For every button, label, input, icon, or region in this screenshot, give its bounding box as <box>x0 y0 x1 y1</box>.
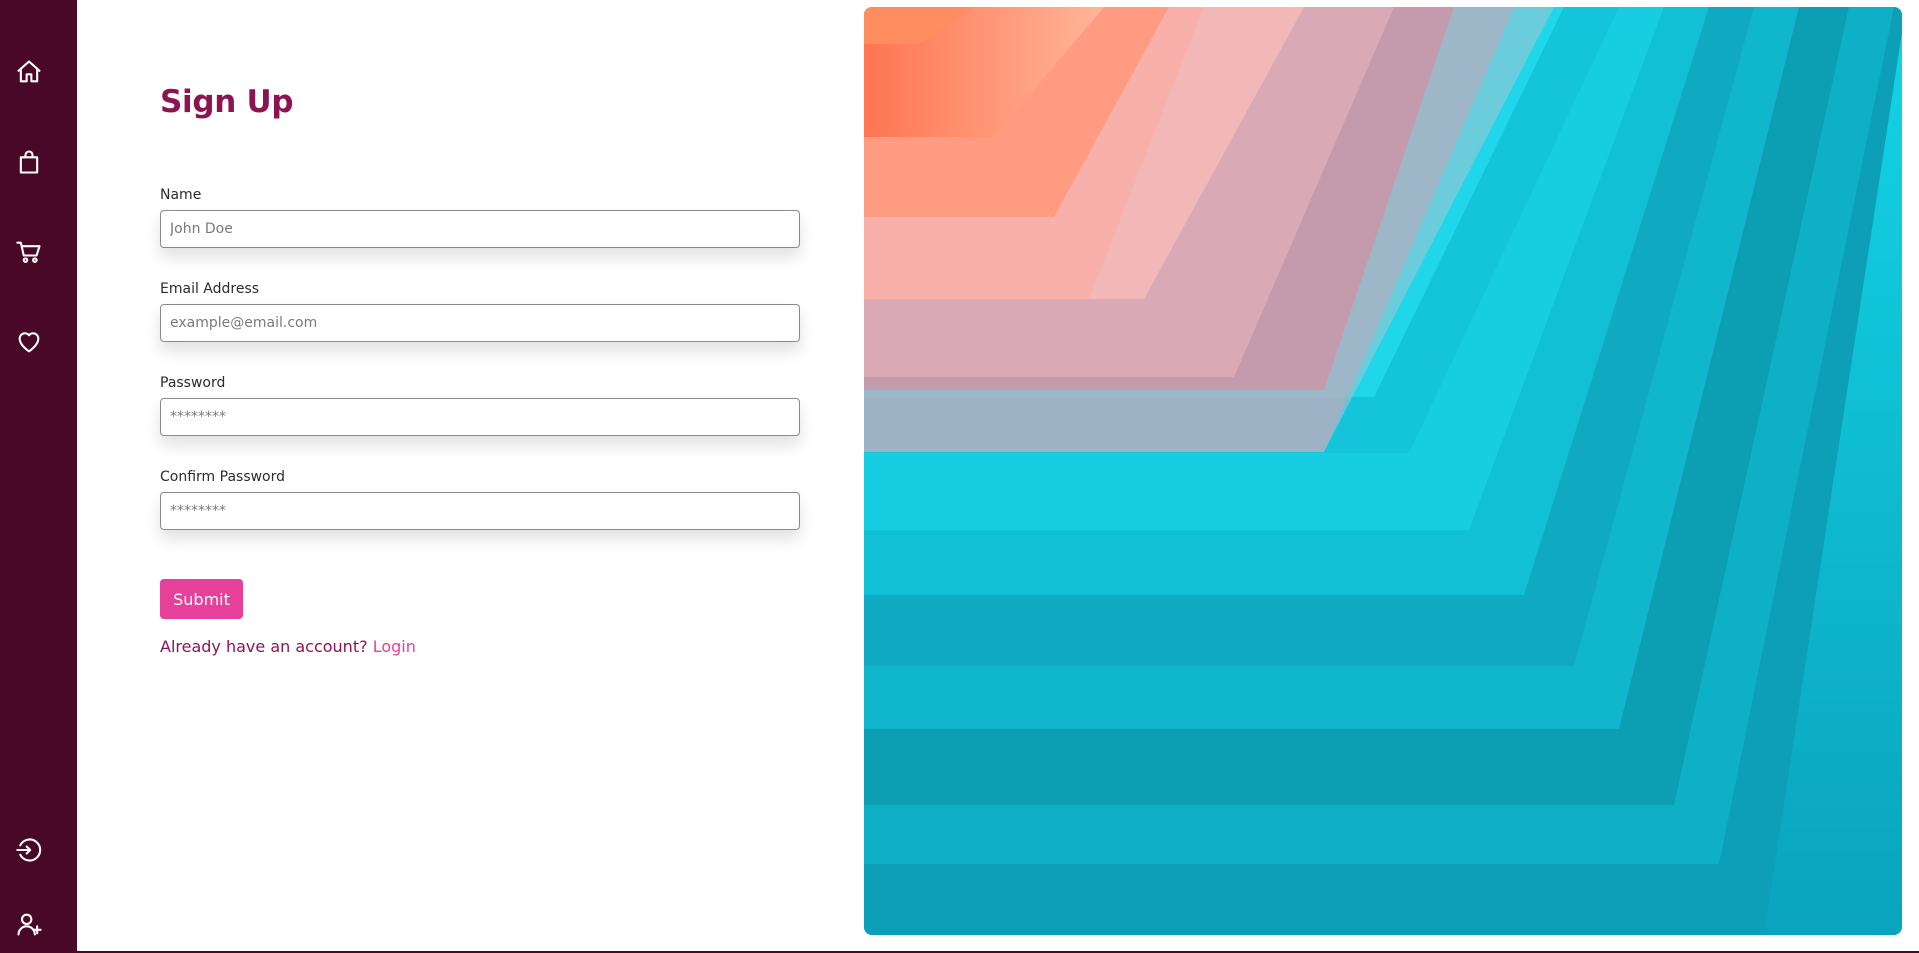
abstract-layered-paper-image <box>864 7 1902 935</box>
nav-cart[interactable] <box>13 236 45 268</box>
account-prompt: Already have an account? <box>160 637 368 656</box>
page-title: Sign Up <box>160 84 294 120</box>
email-label: Email Address <box>160 281 260 297</box>
home-icon <box>17 60 41 83</box>
hero-image <box>864 7 1902 935</box>
name-field[interactable] <box>160 210 800 248</box>
password-field[interactable] <box>160 398 800 436</box>
nav-login[interactable] <box>13 834 45 866</box>
nav-home[interactable] <box>13 56 45 88</box>
cart-icon <box>16 241 41 263</box>
email-field[interactable] <box>160 304 800 342</box>
add-user-icon <box>17 913 42 936</box>
password-label: Password <box>160 375 226 391</box>
nav-shop[interactable] <box>13 146 45 178</box>
login-icon <box>16 838 42 862</box>
submit-button[interactable]: Submit <box>160 579 243 619</box>
account-prompt-line: Already have an account? Login <box>160 637 416 656</box>
confirm-password-field[interactable] <box>160 492 800 530</box>
name-label: Name <box>160 187 202 203</box>
login-link[interactable]: Login <box>373 637 416 656</box>
heart-icon <box>18 332 40 353</box>
nav-signup[interactable] <box>13 908 45 940</box>
sidebar <box>0 0 77 953</box>
nav-favorites[interactable] <box>13 326 45 358</box>
confirm-password-label: Confirm Password <box>160 469 286 485</box>
shopping-bag-icon <box>19 150 39 174</box>
